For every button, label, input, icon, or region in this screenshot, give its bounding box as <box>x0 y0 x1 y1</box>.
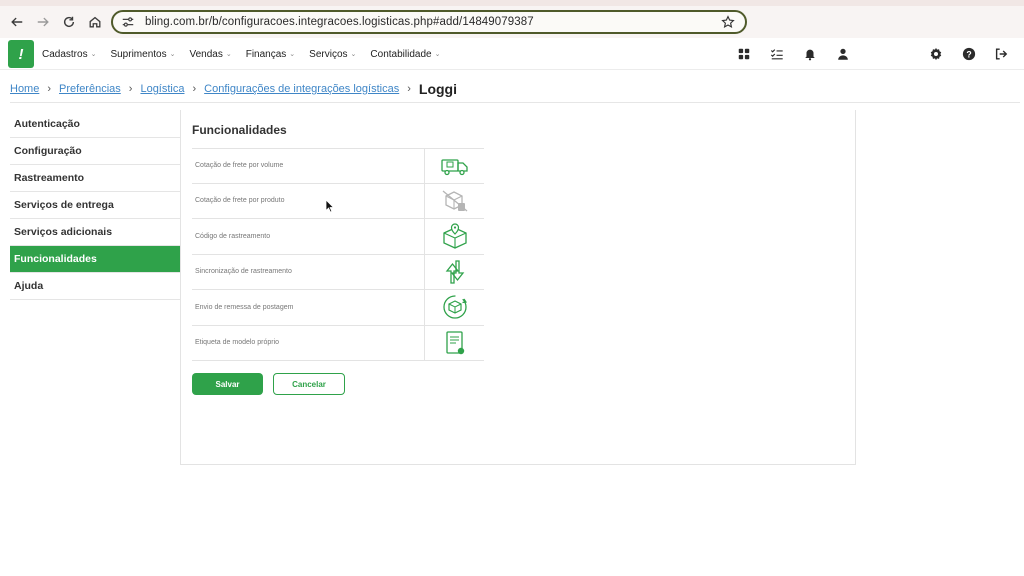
bling-logo[interactable]: ! <box>8 40 34 68</box>
address-bar[interactable]: bling.com.br/b/configuracoes.integracoes… <box>111 10 747 34</box>
table-row: Sincronização de rastreamento <box>192 254 484 290</box>
features-table: Cotação de frete por volume Cotação de f… <box>192 148 484 361</box>
menu-suprimentos[interactable]: Suprimentos ⌄ <box>110 49 175 60</box>
breadcrumb-home[interactable]: Home <box>10 83 39 95</box>
user-icon[interactable] <box>836 47 850 61</box>
content-panel: Funcionalidades Cotação de frete por vol… <box>180 110 856 465</box>
tasks-icon[interactable] <box>770 47 784 61</box>
page-title: Loggi <box>418 81 457 97</box>
feature-label: Cotação de frete por volume <box>195 162 284 170</box>
home-icon[interactable] <box>82 9 108 35</box>
box-send-icon <box>424 290 484 325</box>
settings-sidebar: Autenticação Configuração Rastreamento S… <box>10 111 180 300</box>
sidebar-item-autenticacao[interactable]: Autenticação <box>10 111 180 138</box>
menu-label: Serviços <box>309 48 348 60</box>
svg-text:?: ? <box>966 49 971 59</box>
feature-label: Envio de remessa de postagem <box>195 303 294 311</box>
menu-label: Contabilidade <box>370 48 432 60</box>
reload-icon[interactable] <box>56 9 82 35</box>
label-document-icon <box>424 325 484 360</box>
feature-label: Cotação de frete por produto <box>195 197 285 205</box>
truck-icon <box>424 149 484 183</box>
breadcrumb-preferencias[interactable]: Preferências <box>59 83 121 95</box>
menu-contabilidade[interactable]: Contabilidade ⌄ <box>370 49 440 60</box>
mouse-cursor-icon <box>325 199 335 213</box>
browser-toolbar: bling.com.br/b/configuracoes.integracoes… <box>0 6 1024 38</box>
feature-label: Etiqueta de modelo próprio <box>195 339 280 347</box>
menu-financas[interactable]: Finanças ⌄ <box>246 49 295 60</box>
apps-icon[interactable] <box>737 47 751 61</box>
table-row: Código de rastreamento <box>192 219 484 255</box>
menu-label: Finanças <box>245 48 287 60</box>
chevron-right-icon: › <box>47 83 52 95</box>
chevron-down-icon: ⌄ <box>225 51 232 58</box>
logout-icon[interactable] <box>994 47 1008 61</box>
box-disabled-icon <box>424 183 484 218</box>
app-navbar: ! Cadastros ⌄ Suprimentos ⌄ Vendas ⌄ Finanç… <box>0 38 1024 70</box>
bell-icon[interactable] <box>803 47 817 61</box>
menu-vendas[interactable]: Vendas ⌄ <box>189 49 231 60</box>
site-settings-icon[interactable] <box>121 15 135 29</box>
feature-label: Código de rastreamento <box>195 232 271 240</box>
breadcrumb: Home › Preferências › Logística › Config… <box>10 80 457 98</box>
table-row: Cotação de frete por volume <box>192 148 484 184</box>
chevron-right-icon: › <box>407 83 411 95</box>
menu-cadastros[interactable]: Cadastros ⌄ <box>42 49 96 60</box>
breadcrumb-logistica[interactable]: Logística <box>140 83 184 95</box>
back-arrow-icon[interactable] <box>4 9 30 35</box>
breadcrumb-configuracoes[interactable]: Configurações de integrações logísticas <box>204 83 399 95</box>
chevron-down-icon: ⌄ <box>434 51 441 58</box>
chevron-down-icon: ⌄ <box>90 51 97 58</box>
cancel-button[interactable]: Cancelar <box>273 373 345 395</box>
sidebar-item-servicos-entrega[interactable]: Serviços de entrega <box>10 192 180 219</box>
feature-label: Sincronização de rastreamento <box>195 268 292 276</box>
box-location-icon <box>424 219 484 254</box>
help-icon[interactable]: ? <box>962 47 976 61</box>
forward-arrow-icon[interactable] <box>30 9 56 35</box>
menu-label: Vendas <box>189 48 223 60</box>
menu-label: Cadastros <box>42 48 88 60</box>
divider <box>10 102 1020 103</box>
chevron-down-icon: ⌄ <box>350 51 357 58</box>
url-text[interactable]: bling.com.br/b/configuracoes.integracoes… <box>145 16 534 28</box>
chevron-down-icon: ⌄ <box>289 51 296 58</box>
gear-icon[interactable] <box>929 47 943 61</box>
main-menu: Cadastros ⌄ Suprimentos ⌄ Vendas ⌄ Finanças… <box>42 38 454 70</box>
chevron-down-icon: ⌄ <box>169 51 176 58</box>
table-row: Cotação de frete por produto <box>192 183 484 219</box>
menu-label: Suprimentos <box>110 48 167 60</box>
save-button[interactable]: Salvar <box>192 373 263 395</box>
table-row: Etiqueta de modelo próprio <box>192 325 484 361</box>
sync-arrows-icon <box>424 254 484 289</box>
table-row: Envio de remessa de postagem <box>192 290 484 326</box>
sidebar-item-servicos-adicionais[interactable]: Serviços adicionais <box>10 219 180 246</box>
sidebar-item-ajuda[interactable]: Ajuda <box>10 273 180 300</box>
sidebar-item-funcionalidades[interactable]: Funcionalidades <box>10 246 180 273</box>
sidebar-item-rastreamento[interactable]: Rastreamento <box>10 165 180 192</box>
sidebar-item-configuracao[interactable]: Configuração <box>10 138 180 165</box>
bookmark-star-icon[interactable] <box>721 15 735 29</box>
menu-servicos[interactable]: Serviços ⌄ <box>309 49 356 60</box>
chevron-right-icon: › <box>192 83 197 95</box>
chevron-right-icon: › <box>128 83 133 95</box>
section-title: Funcionalidades <box>192 123 287 137</box>
